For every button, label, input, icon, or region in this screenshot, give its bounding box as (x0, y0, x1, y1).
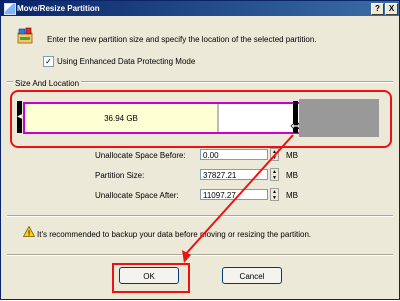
after-spinner[interactable]: ▲ ▼ (270, 188, 279, 201)
warning-text: It's recommended to backup your data bef… (37, 230, 312, 239)
move-handle-left[interactable]: ◀ (17, 101, 22, 133)
window-title: Move/Resize Partition (17, 4, 100, 13)
instruction-text: Enter the new partition size and specify… (47, 35, 317, 44)
size-label: Partition Size: (95, 171, 145, 180)
partition-map[interactable]: 36.94 GB (23, 102, 319, 134)
ok-button[interactable]: OK (119, 267, 179, 284)
unallocated-space-block (299, 99, 379, 137)
enhanced-mode-label[interactable]: Using Enhanced Data Protecting Mode (57, 57, 195, 66)
warning-icon: ! (23, 226, 35, 237)
close-button[interactable]: X (385, 3, 398, 15)
group-title: Size And Location (13, 79, 82, 88)
after-label: Unallocate Space After: (95, 191, 179, 200)
app-icon (4, 3, 16, 15)
before-unit: MB (286, 151, 298, 160)
separator (7, 254, 393, 256)
enhanced-mode-checkbox[interactable]: ✓ (43, 56, 54, 67)
size-spinner[interactable]: ▲ ▼ (270, 168, 279, 181)
size-unit: MB (286, 171, 298, 180)
after-unit: MB (286, 191, 298, 200)
before-spinner[interactable]: ▲ ▼ (270, 148, 279, 161)
partition-divider (217, 104, 219, 132)
help-button[interactable]: ? (371, 3, 384, 15)
before-field[interactable]: 0.00 (200, 149, 268, 160)
size-field[interactable]: 37827.21 (200, 169, 268, 180)
partition-size-label: 36.94 GB (104, 114, 138, 123)
after-field[interactable]: 11097.27 (200, 189, 268, 200)
partition-tool-icon (17, 27, 33, 44)
cancel-button[interactable]: Cancel (222, 267, 282, 284)
title-bar[interactable]: Move/Resize Partition ? X (1, 1, 399, 16)
before-label: Unallocate Space Before: (95, 151, 186, 160)
svg-text:!: ! (28, 230, 30, 237)
move-resize-dialog: Move/Resize Partition ? X Enter the new … (0, 0, 400, 300)
separator (7, 215, 393, 217)
